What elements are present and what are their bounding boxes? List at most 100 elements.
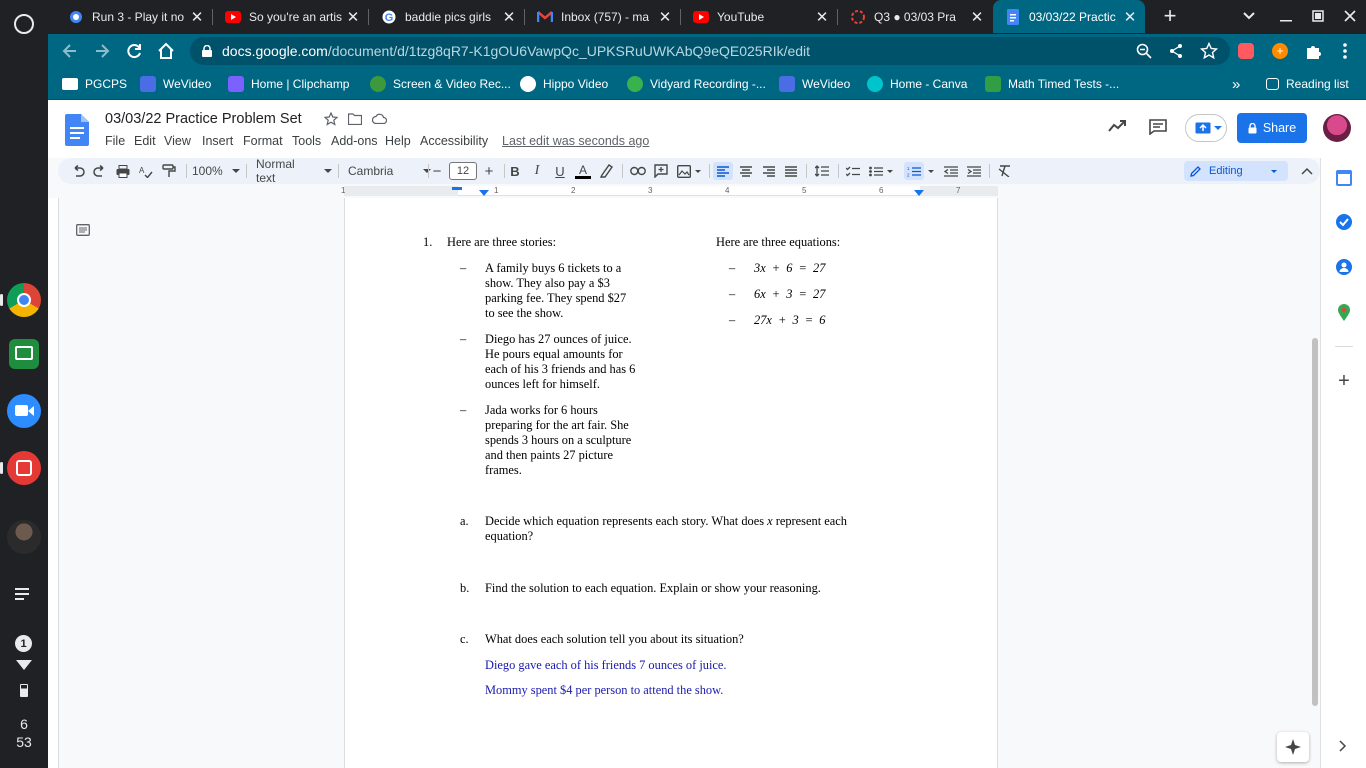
bold-icon[interactable]: B	[505, 162, 525, 180]
site-info-icon[interactable]	[201, 45, 213, 57]
clear-formatting-icon[interactable]	[995, 162, 1015, 180]
battery-icon[interactable]	[20, 684, 28, 697]
close-icon[interactable]: ✕	[656, 8, 674, 26]
launcher-icon[interactable]	[14, 14, 34, 34]
tab-search-chevron-icon[interactable]	[1238, 4, 1260, 26]
zoom-app-icon[interactable]	[7, 394, 41, 428]
first-line-indent-marker[interactable]	[452, 187, 462, 190]
tab-artist-video[interactable]: So you're an artis ✕	[213, 0, 368, 33]
increase-font-size-button[interactable]: +	[480, 162, 498, 180]
extensions-puzzle-icon[interactable]	[1304, 42, 1322, 60]
insert-comment-icon[interactable]	[651, 162, 671, 180]
more-bookmarks-chevron-icon[interactable]: »	[1232, 74, 1240, 94]
paragraph-style-select[interactable]: Normal text	[256, 157, 332, 185]
present-button[interactable]	[1185, 114, 1227, 142]
bookmark-wevideo[interactable]: WeVideo	[140, 74, 211, 94]
align-right-icon[interactable]	[759, 162, 779, 180]
close-icon[interactable]: ✕	[813, 8, 831, 26]
menu-addons[interactable]: Add-ons	[331, 134, 378, 148]
hide-menus-chevron-up-icon[interactable]	[1298, 162, 1316, 180]
minimize-icon[interactable]	[1274, 6, 1298, 26]
menu-edit[interactable]: Edit	[134, 134, 156, 148]
increase-indent-icon[interactable]	[964, 162, 984, 180]
calendar-icon[interactable]	[1336, 170, 1352, 186]
print-icon[interactable]	[113, 162, 133, 180]
numbered-list-icon[interactable]: 12	[904, 162, 924, 180]
insert-image-icon[interactable]	[674, 162, 704, 180]
docs-logo-icon[interactable]	[65, 114, 89, 146]
paint-format-icon[interactable]	[159, 162, 179, 180]
menu-help[interactable]: Help	[385, 134, 411, 148]
keep-tasks-icon[interactable]	[1336, 214, 1352, 230]
font-size-input[interactable]: 12	[449, 162, 477, 180]
bookmark-canva[interactable]: Home - Canva	[867, 74, 967, 94]
decrease-indent-icon[interactable]	[941, 162, 961, 180]
close-icon[interactable]: ✕	[500, 8, 518, 26]
reading-list-button[interactable]: Reading list	[1266, 74, 1349, 94]
back-arrow-icon[interactable]	[60, 41, 80, 61]
bookmark-screen-video-rec[interactable]: Screen & Video Rec...	[370, 74, 511, 94]
tab-youtube[interactable]: YouTube ✕	[681, 0, 837, 33]
underline-icon[interactable]: U	[550, 162, 570, 180]
clock-minute[interactable]: 53	[0, 734, 48, 750]
cloud-saved-icon[interactable]	[372, 113, 387, 124]
right-indent-marker[interactable]	[914, 190, 924, 196]
align-justify-icon[interactable]	[781, 162, 801, 180]
bulleted-list-icon[interactable]	[866, 162, 896, 180]
bookmark-vidyard[interactable]: Vidyard Recording -...	[627, 74, 766, 94]
share-button[interactable]: Share	[1237, 113, 1307, 143]
menu-view[interactable]: View	[164, 134, 191, 148]
menu-file[interactable]: File	[105, 134, 125, 148]
wifi-icon[interactable]	[16, 660, 32, 670]
document-page[interactable]: 1. Here are three stories: Here are thre…	[344, 198, 998, 768]
decrease-font-size-button[interactable]: −	[428, 162, 446, 180]
bookmark-pgcps[interactable]: PGCPS	[62, 74, 127, 94]
bookmark-clipchamp[interactable]: Home | Clipchamp	[228, 74, 349, 94]
insert-link-icon[interactable]	[628, 162, 648, 180]
tab-gmail[interactable]: Inbox (757) - ma ✕	[525, 0, 680, 33]
zoom-lens-icon[interactable]	[1136, 43, 1152, 59]
star-icon[interactable]	[324, 112, 338, 126]
contacts-icon[interactable]	[1336, 259, 1352, 275]
tab-run3[interactable]: Run 3 - Play it no ✕	[56, 0, 212, 33]
last-edit-link[interactable]: Last edit was seconds ago	[502, 134, 649, 148]
undo-icon[interactable]	[68, 162, 88, 180]
bookmark-wevideo-2[interactable]: WeVideo	[779, 74, 850, 94]
browser-menu-icon[interactable]	[1336, 42, 1354, 60]
tab-google-doc[interactable]: 03/03/22 Practic ✕	[993, 0, 1145, 33]
close-icon[interactable]: ✕	[1121, 8, 1139, 26]
italic-icon[interactable]: I	[527, 162, 547, 180]
bookmark-star-icon[interactable]	[1200, 42, 1218, 60]
vertical-scrollbar[interactable]	[1312, 338, 1318, 706]
activity-trend-icon[interactable]	[1108, 119, 1126, 133]
playlist-icon[interactable]	[15, 588, 33, 602]
document-outline-icon[interactable]	[76, 224, 90, 236]
share-icon[interactable]	[1168, 43, 1184, 59]
home-icon[interactable]	[156, 41, 176, 61]
screencastify-extension-icon[interactable]	[1238, 43, 1254, 59]
chrome-app-icon[interactable]	[7, 283, 41, 317]
menu-format[interactable]: Format	[243, 134, 283, 148]
checklist-icon[interactable]	[843, 162, 863, 180]
screencast-app-icon[interactable]	[7, 451, 41, 485]
clock-hour[interactable]: 6	[0, 716, 48, 732]
tab-google-search[interactable]: G baddie pics girls ✕	[369, 0, 524, 33]
align-left-icon[interactable]	[713, 162, 733, 180]
restore-icon[interactable]	[1306, 6, 1330, 26]
move-folder-icon[interactable]	[348, 113, 362, 125]
show-side-panel-chevron-icon[interactable]	[1339, 740, 1347, 752]
spellcheck-icon[interactable]: A	[136, 162, 156, 180]
menu-accessibility[interactable]: Accessibility	[420, 134, 488, 148]
explore-button[interactable]	[1277, 732, 1309, 762]
align-center-icon[interactable]	[736, 162, 756, 180]
editing-mode-select[interactable]: Editing	[1184, 161, 1288, 181]
redo-icon[interactable]	[90, 162, 110, 180]
forward-arrow-icon[interactable]	[92, 41, 112, 61]
avatar[interactable]	[7, 520, 41, 554]
new-tab-plus-icon[interactable]: +	[1158, 5, 1182, 29]
comment-history-icon[interactable]	[1149, 119, 1167, 135]
extension-orange-icon[interactable]: +	[1272, 43, 1288, 59]
left-indent-marker[interactable]	[479, 190, 489, 196]
menu-insert[interactable]: Insert	[202, 134, 233, 148]
maps-icon[interactable]	[1337, 304, 1351, 322]
